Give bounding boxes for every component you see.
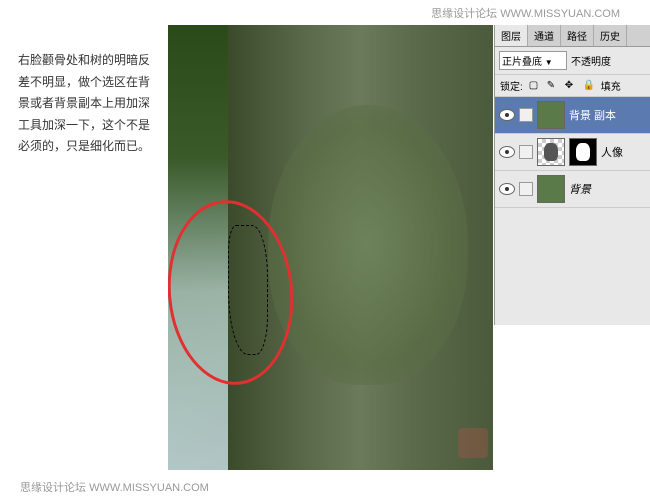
watermark-stamp xyxy=(458,428,488,458)
face-overlay xyxy=(268,105,468,385)
opacity-label: 不透明度 xyxy=(571,53,611,68)
layer-thumbnail[interactable] xyxy=(537,101,565,129)
fill-label: 填充 xyxy=(601,78,621,93)
layer-thumbnail[interactable] xyxy=(537,175,565,203)
canvas-image[interactable] xyxy=(168,25,493,470)
link-box[interactable] xyxy=(519,182,533,196)
link-box[interactable] xyxy=(519,145,533,159)
visibility-icon[interactable] xyxy=(499,146,515,158)
header-watermark: 思缘设计论坛 WWW.MISSYUAN.COM xyxy=(431,5,620,21)
chevron-down-icon: ▼ xyxy=(545,58,553,67)
visibility-icon[interactable] xyxy=(499,109,515,121)
layers-panel: 图层 通道 路径 历史 正片叠底 ▼ 不透明度 锁定: ▢ ✎ ✥ 🔒 填充 背… xyxy=(494,25,650,325)
tab-history[interactable]: 历史 xyxy=(594,25,627,46)
layer-name: 背景 xyxy=(569,181,646,197)
layer-name: 人像 xyxy=(601,144,646,160)
footer-watermark: 思缘设计论坛 WWW.MISSYUAN.COM xyxy=(20,479,209,495)
forum-url: WWW.MISSYUAN.COM xyxy=(500,8,620,20)
layer-row-bg-copy[interactable]: 背景 副本 xyxy=(495,97,650,134)
tab-channels[interactable]: 通道 xyxy=(528,25,561,46)
layer-name: 背景 副本 xyxy=(569,107,646,123)
blend-mode-select[interactable]: 正片叠底 ▼ xyxy=(499,51,567,70)
visibility-icon[interactable] xyxy=(499,183,515,195)
layer-mask-thumbnail[interactable] xyxy=(569,138,597,166)
forum-url: WWW.MISSYUAN.COM xyxy=(89,482,209,494)
panel-tabs: 图层 通道 路径 历史 xyxy=(495,25,650,47)
lock-pixels-icon[interactable]: ✎ xyxy=(547,80,559,92)
lock-label: 锁定: xyxy=(500,78,523,93)
forum-name: 思缘设计论坛 xyxy=(431,8,497,20)
lock-all-icon[interactable]: 🔒 xyxy=(583,80,595,92)
layer-row-background[interactable]: 背景 xyxy=(495,171,650,208)
layer-row-portrait[interactable]: 人像 xyxy=(495,134,650,171)
forum-name: 思缘设计论坛 xyxy=(20,482,86,494)
lock-transparency-icon[interactable]: ▢ xyxy=(529,80,541,92)
lock-position-icon[interactable]: ✥ xyxy=(565,80,577,92)
lock-controls: 锁定: ▢ ✎ ✥ 🔒 填充 xyxy=(495,75,650,97)
layer-thumbnail[interactable] xyxy=(537,138,565,166)
tab-layers[interactable]: 图层 xyxy=(495,25,528,46)
tab-paths[interactable]: 路径 xyxy=(561,25,594,46)
instruction-text: 右脸颧骨处和树的明暗反差不明显，做个选区在背景或者背景副本上用加深工具加深一下，… xyxy=(18,50,158,158)
link-box[interactable] xyxy=(519,108,533,122)
blend-controls: 正片叠底 ▼ 不透明度 xyxy=(495,47,650,75)
